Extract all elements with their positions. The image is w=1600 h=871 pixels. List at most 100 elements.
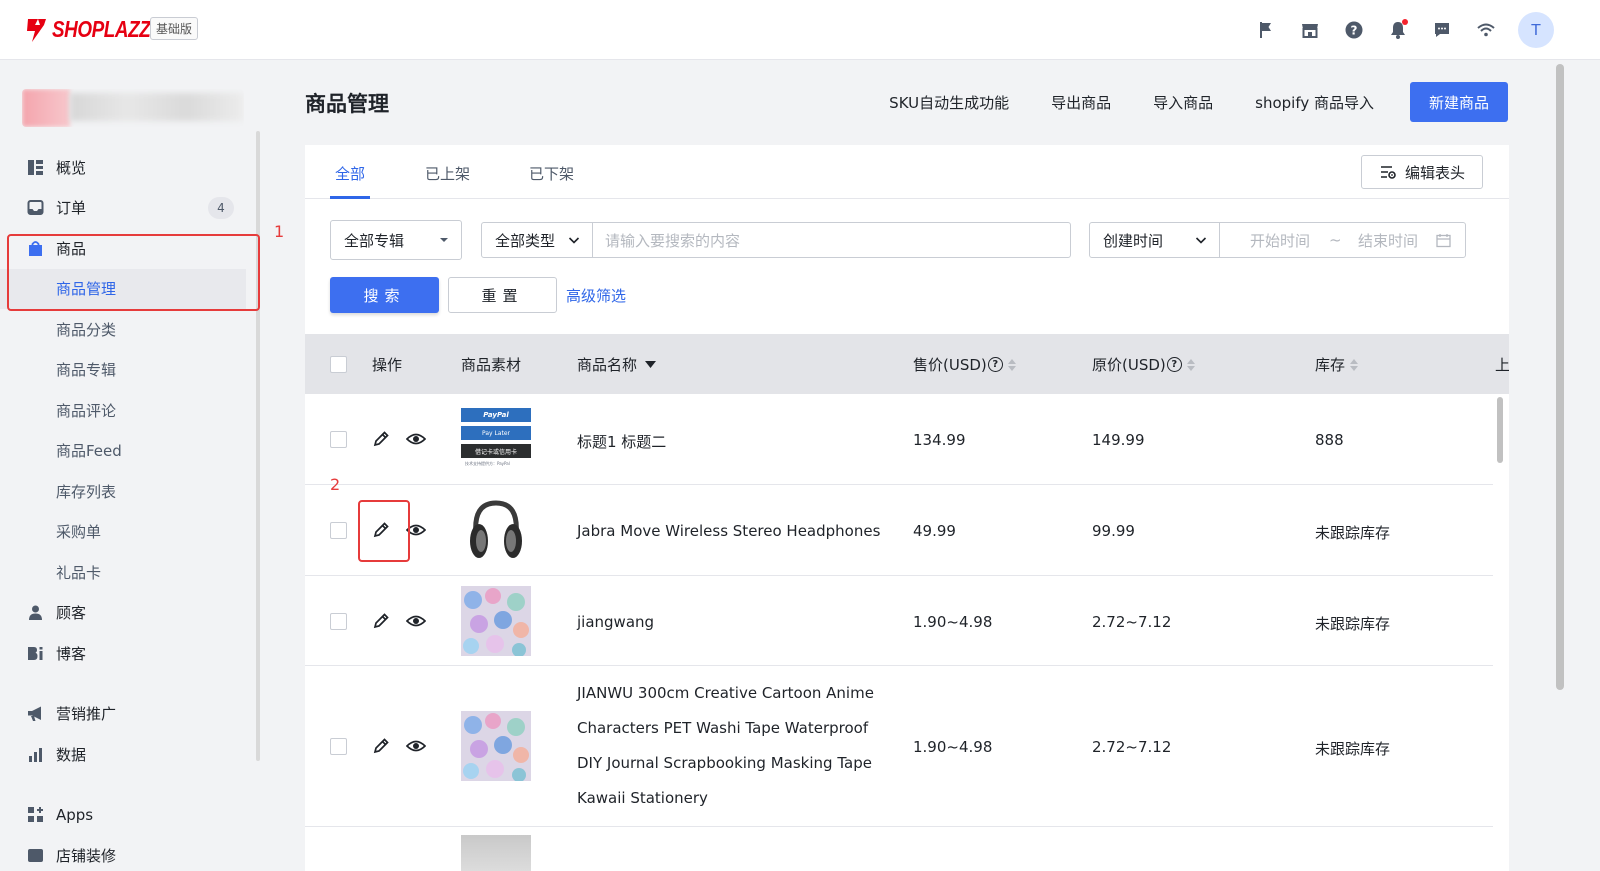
header-more: 上 — [1495, 356, 1509, 374]
header-stock[interactable]: 库存 — [1315, 354, 1359, 375]
washi-tape-image — [461, 586, 531, 657]
sort-icon[interactable] — [1350, 358, 1359, 371]
collection-select[interactable]: 全部专辑 — [330, 220, 462, 260]
tab-listed[interactable]: 已上架 — [425, 163, 470, 184]
avatar[interactable]: T — [1518, 12, 1554, 48]
header-name[interactable]: 商品名称 — [577, 354, 657, 375]
row-checkbox[interactable] — [330, 613, 347, 630]
pencil-edit-icon[interactable] — [372, 430, 390, 448]
sidebar-item-customers[interactable]: 顾客 — [0, 593, 258, 634]
orders-count-badge: 4 — [208, 196, 234, 219]
blog-icon — [26, 644, 44, 662]
sidebar-item-label: 数据 — [56, 745, 87, 764]
bell-icon[interactable] — [1376, 12, 1420, 48]
table-row[interactable] — [305, 827, 1493, 871]
annotation-number-1: 1 — [274, 222, 285, 241]
sort-icon[interactable] — [1007, 358, 1016, 371]
sidebar-scrollbar[interactable] — [256, 131, 260, 761]
row-checkbox[interactable] — [330, 431, 347, 448]
end-date-input[interactable]: 结束时间 — [1358, 230, 1418, 251]
shopify-import-link[interactable]: shopify 商品导入 — [1255, 92, 1374, 113]
header-actions: SKU自动生成功能 导出商品 导入商品 shopify 商品导入 新建商品 — [847, 82, 1508, 122]
sidebar-item-label: 博客 — [56, 644, 87, 663]
logo-mark-icon — [27, 18, 46, 42]
create-product-button[interactable]: 新建商品 — [1410, 82, 1508, 122]
reset-button[interactable]: 重置 — [448, 277, 557, 313]
help-circle-icon[interactable]: ? — [1166, 357, 1182, 372]
tab-unlisted[interactable]: 已下架 — [529, 163, 574, 184]
sidebar-item-gift-cards[interactable]: 礼品卡 — [0, 552, 258, 593]
sidebar-item-collections[interactable]: 商品专辑 — [0, 350, 258, 391]
table-row[interactable]: jiangwang 1.90~4.98 2.72~7.12 未跟踪库存 — [305, 576, 1493, 666]
bar-chart-icon — [26, 745, 44, 763]
svg-text:?: ? — [1351, 24, 1358, 38]
header-price[interactable]: 售价(USD) ? — [913, 354, 1016, 375]
product-thumbnail[interactable] — [461, 495, 531, 565]
sidebar-item-blog[interactable]: 博客 — [0, 633, 258, 674]
header-compare-price[interactable]: 原价(USD) ? — [1092, 354, 1195, 375]
product-thumbnail[interactable] — [461, 835, 531, 871]
product-thumbnail[interactable] — [461, 711, 531, 782]
table-row[interactable]: PayPal Pay Later 借记卡或信用卡 技术支持提供方：PayPal … — [305, 394, 1493, 485]
product-price: 1.90~4.98 — [913, 613, 993, 631]
help-icon[interactable]: ? — [1332, 12, 1376, 48]
store-icon[interactable] — [1288, 12, 1332, 48]
sidebar-item-inventory[interactable]: 库存列表 — [0, 471, 258, 512]
search-input[interactable]: 请输入要搜索的内容 — [592, 222, 1071, 258]
sidebar-item-analytics[interactable]: 数据 — [0, 734, 258, 775]
sidebar-item-apps[interactable]: Apps — [0, 795, 258, 836]
sidebar-item-reviews[interactable]: 商品评论 — [0, 390, 258, 431]
product-thumbnail[interactable]: PayPal Pay Later 借记卡或信用卡 技术支持提供方：PayPal — [461, 404, 531, 474]
sku-autogen-link[interactable]: SKU自动生成功能 — [889, 92, 1009, 113]
page-scrollbar[interactable] — [1556, 64, 1564, 690]
time-field-select[interactable]: 创建时间 — [1089, 222, 1220, 258]
wifi-icon[interactable] — [1464, 12, 1508, 48]
chat-icon[interactable] — [1420, 12, 1464, 48]
tab-all[interactable]: 全部 — [335, 163, 365, 184]
sidebar-item-overview[interactable]: 概览 — [0, 147, 258, 188]
pencil-edit-icon[interactable] — [372, 737, 390, 755]
product-type-select[interactable]: 全部类型 — [481, 222, 593, 258]
pencil-edit-icon[interactable] — [372, 612, 390, 630]
sidebar-item-label: Apps — [56, 805, 94, 824]
import-products-link[interactable]: 导入商品 — [1153, 92, 1213, 113]
table-row[interactable]: Jabra Move Wireless Stereo Headphones 49… — [305, 485, 1493, 576]
table-row[interactable]: JIANWU 300cm Creative Cartoon Anime Char… — [305, 666, 1493, 827]
product-name[interactable]: Jabra Move Wireless Stereo Headphones — [577, 522, 880, 540]
sort-icon[interactable] — [1186, 358, 1195, 371]
eye-view-icon[interactable] — [406, 429, 426, 449]
chevron-down-icon — [1195, 237, 1207, 244]
eye-view-icon[interactable] — [406, 611, 426, 631]
sidebar-item-theme[interactable]: 店铺装修 — [0, 835, 258, 871]
advanced-filter-link[interactable]: 高级筛选 — [566, 285, 626, 306]
product-stock: 未跟踪库存 — [1315, 740, 1391, 758]
row-checkbox[interactable] — [330, 522, 347, 539]
row-checkbox[interactable] — [330, 738, 347, 755]
product-name[interactable]: JIANWU 300cm Creative Cartoon Anime Char… — [577, 676, 874, 816]
product-thumbnail[interactable] — [461, 586, 531, 657]
sidebar-item-orders[interactable]: 订单 4 — [0, 188, 258, 229]
sidebar-item-feed[interactable]: 商品Feed — [0, 431, 258, 472]
store-name-blurred[interactable] — [22, 89, 244, 127]
edit-table-header-button[interactable]: 编辑表头 — [1361, 155, 1483, 189]
select-all-checkbox[interactable] — [330, 356, 347, 373]
export-products-link[interactable]: 导出商品 — [1051, 92, 1111, 113]
product-price: 134.99 — [913, 431, 966, 449]
help-circle-icon[interactable]: ? — [987, 357, 1003, 372]
flag-icon[interactable] — [1244, 12, 1288, 48]
sidebar-item-categories[interactable]: 商品分类 — [0, 309, 258, 350]
start-date-input[interactable]: 开始时间 — [1250, 230, 1310, 251]
product-name[interactable]: jiangwang — [577, 613, 654, 631]
calendar-icon — [1436, 234, 1451, 248]
search-button[interactable]: 搜索 — [330, 277, 439, 313]
annotation-box-2 — [358, 500, 410, 562]
sidebar-item-marketing[interactable]: 营销推广 — [0, 694, 258, 735]
page-title: 商品管理 — [305, 92, 389, 116]
table-scrollbar[interactable] — [1497, 397, 1503, 463]
product-name[interactable]: 标题1 标题二 — [577, 431, 666, 452]
sidebar-item-label: 顾客 — [56, 604, 87, 623]
eye-view-icon[interactable] — [406, 736, 426, 756]
sidebar-item-purchase-orders[interactable]: 采购单 — [0, 512, 258, 553]
date-range-picker[interactable]: 开始时间 ~ 结束时间 — [1219, 222, 1466, 258]
chevron-down-icon — [568, 237, 580, 244]
